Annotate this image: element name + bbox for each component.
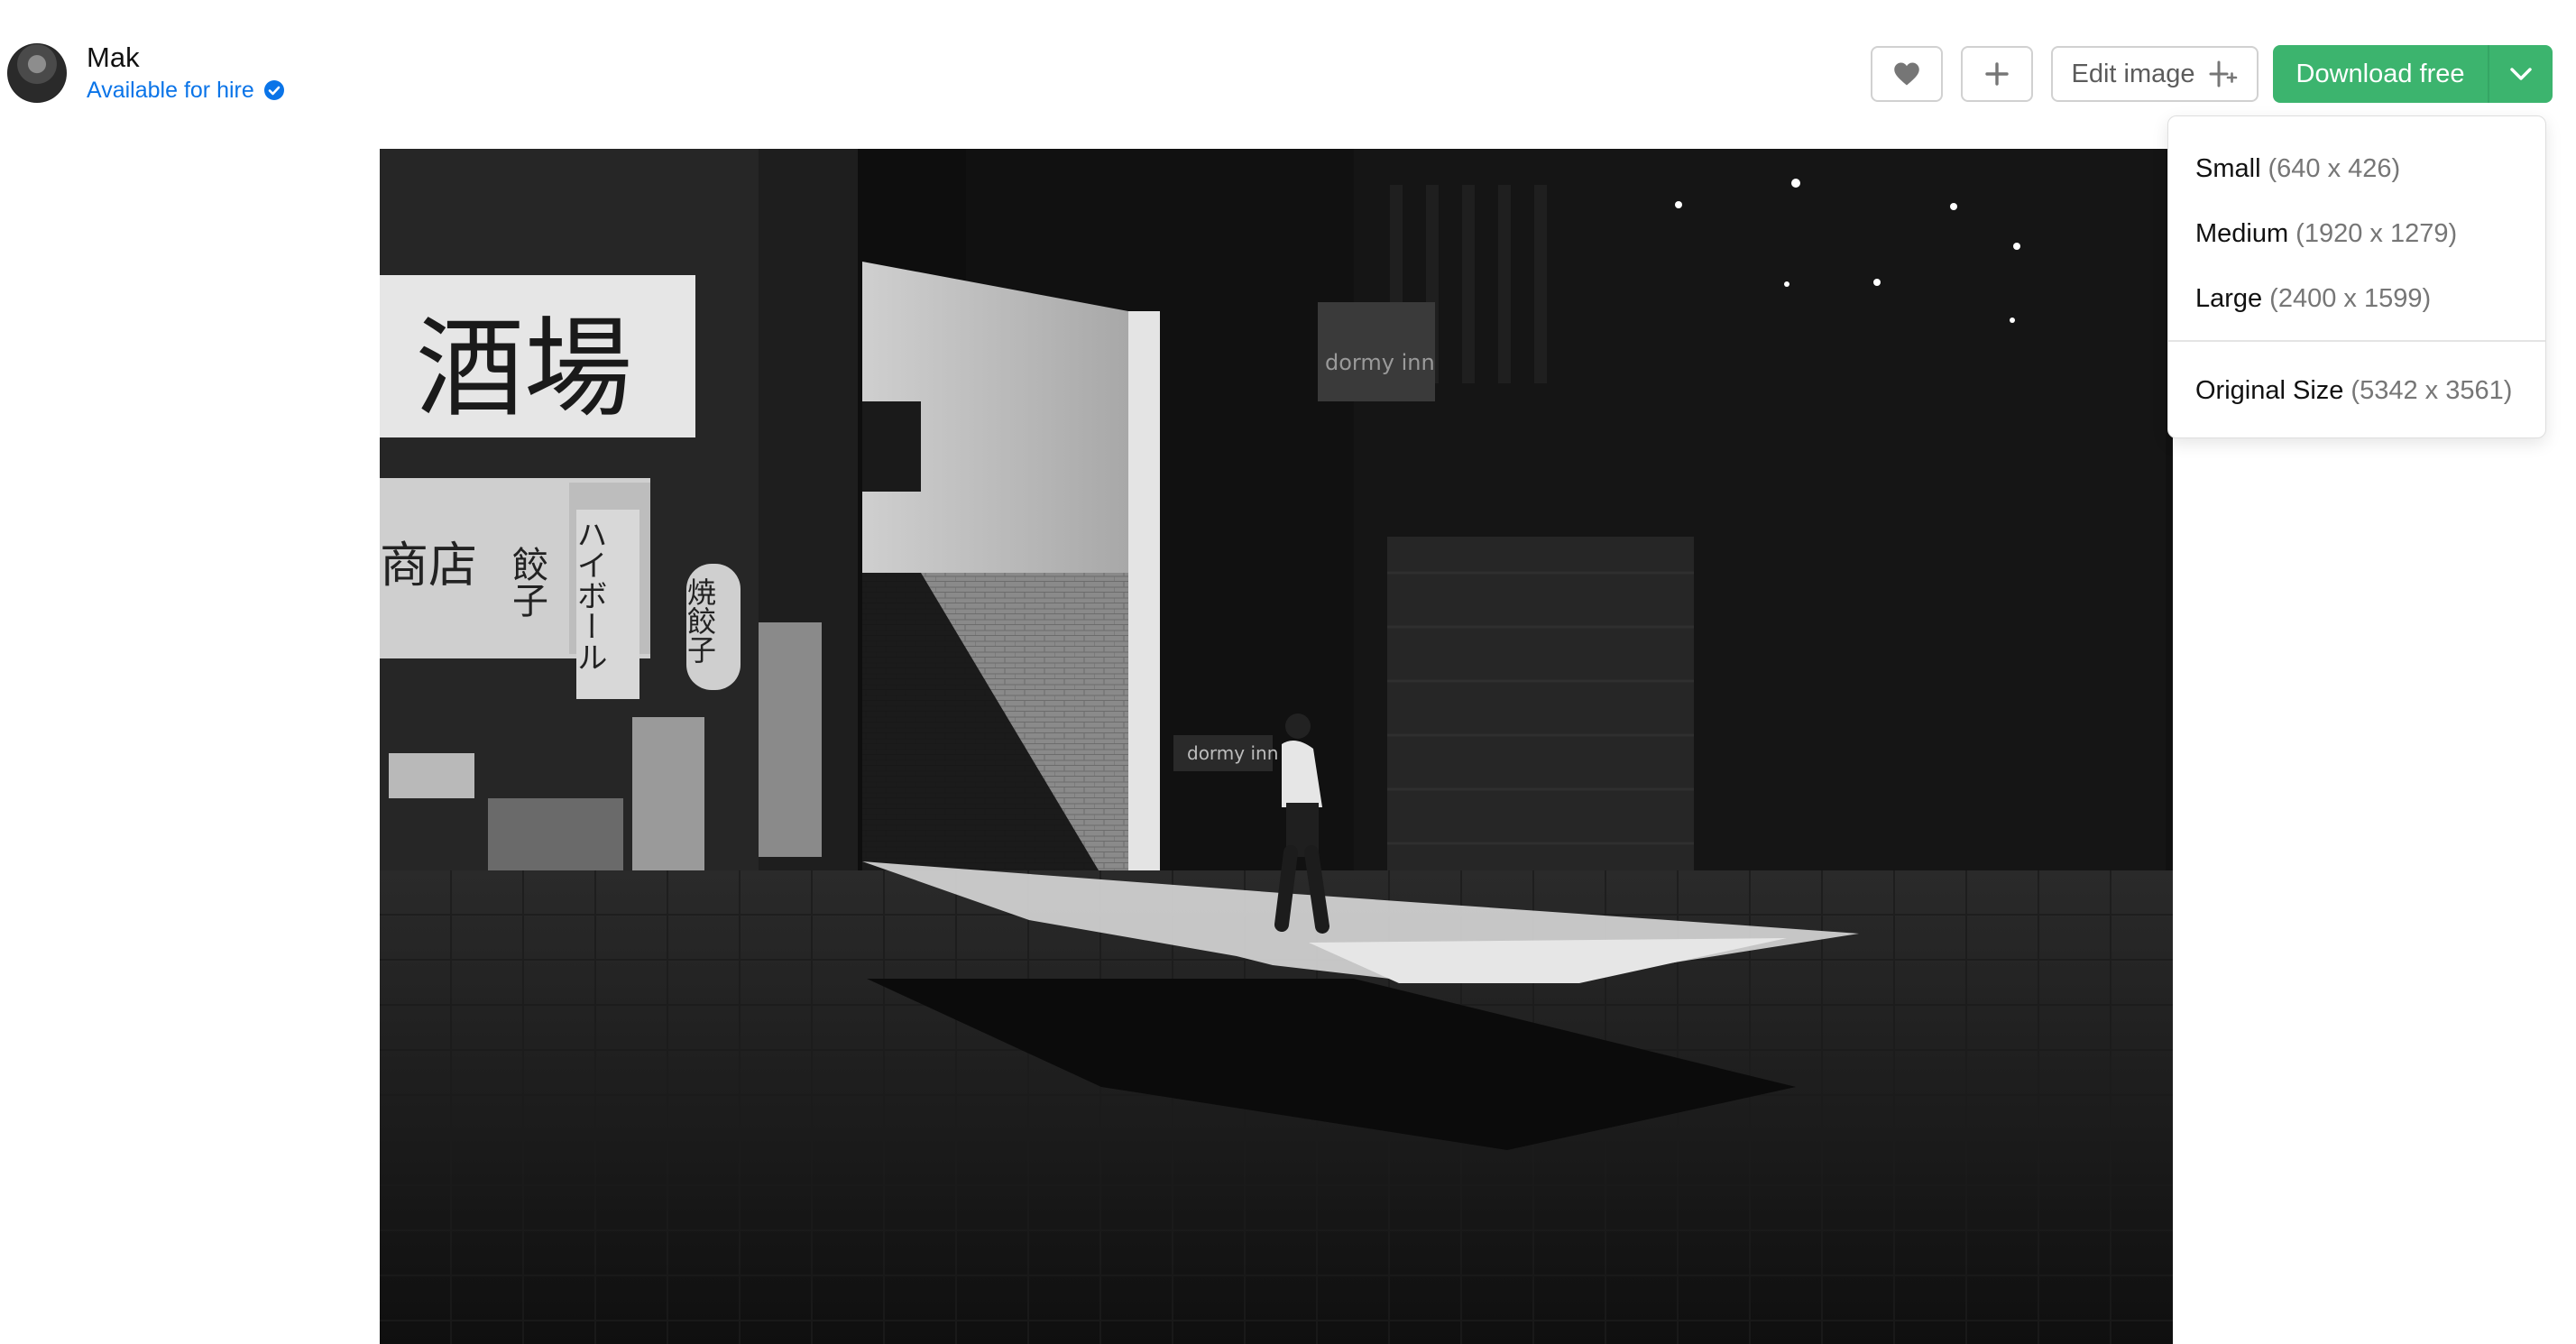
download-free-button[interactable]: Download free — [2273, 45, 2489, 103]
chevron-down-icon — [2510, 68, 2532, 80]
hire-status[interactable]: Available for hire — [87, 76, 285, 105]
photo-sign-gyoza: 餃子 — [506, 546, 547, 618]
image-actions: Edit image Download free — [1871, 45, 2553, 103]
option-size: (5342 x 3561) — [2351, 375, 2513, 405]
like-button[interactable] — [1871, 46, 1943, 102]
download-size-menu: Small (640 x 426) Medium (1920 x 1279) L… — [2167, 115, 2546, 438]
author-header: Mak Available for hire — [7, 41, 285, 105]
verified-check-icon — [263, 80, 284, 100]
option-size: (640 x 426) — [2268, 153, 2401, 183]
hire-label[interactable]: Available for hire — [87, 76, 254, 105]
sparkle-edit-icon — [2209, 60, 2237, 87]
photo-sign-yakigyoza: 焼餃子 — [683, 577, 717, 664]
download-option-medium[interactable]: Medium (1920 x 1279) — [2168, 201, 2545, 266]
edit-image-button[interactable]: Edit image — [2051, 46, 2259, 102]
menu-divider — [2168, 340, 2545, 342]
photo-sign-highball: ハイボール — [571, 519, 607, 672]
option-label: Medium — [2195, 218, 2289, 248]
photo-sign-shoten: 商店 — [380, 537, 477, 594]
add-to-collection-button[interactable] — [1961, 46, 2033, 102]
avatar[interactable] — [7, 43, 67, 103]
author-name[interactable]: Mak — [87, 41, 285, 74]
heart-icon — [1894, 62, 1919, 86]
option-size: (2400 x 1599) — [2269, 283, 2432, 313]
download-button-group: Download free — [2273, 45, 2553, 103]
option-label: Large — [2195, 283, 2263, 313]
photo-scene: 酒場 餃子 ハイボール 商店 焼餃子 dormy inn dormy inn — [380, 149, 2173, 1344]
author-info: Mak Available for hire — [87, 41, 285, 105]
download-option-small[interactable]: Small (640 x 426) — [2168, 136, 2545, 201]
edit-image-label: Edit image — [2071, 59, 2195, 88]
download-option-original[interactable]: Original Size (5342 x 3561) — [2168, 358, 2545, 423]
option-size: (1920 x 1279) — [2295, 218, 2458, 248]
main-photo[interactable]: 酒場 餃子 ハイボール 商店 焼餃子 dormy inn dormy inn — [380, 149, 2173, 1344]
option-label: Small — [2195, 153, 2261, 183]
svg-text:dormy inn: dormy inn — [1187, 742, 1278, 764]
download-option-large[interactable]: Large (2400 x 1599) — [2168, 266, 2545, 331]
plus-icon — [1985, 62, 2009, 86]
photo-sign-dormy: dormy inn — [1325, 350, 1435, 375]
photo-sign-sakaba: 酒場 — [416, 307, 632, 432]
option-label: Original Size — [2195, 375, 2344, 405]
download-size-toggle[interactable] — [2489, 45, 2553, 103]
